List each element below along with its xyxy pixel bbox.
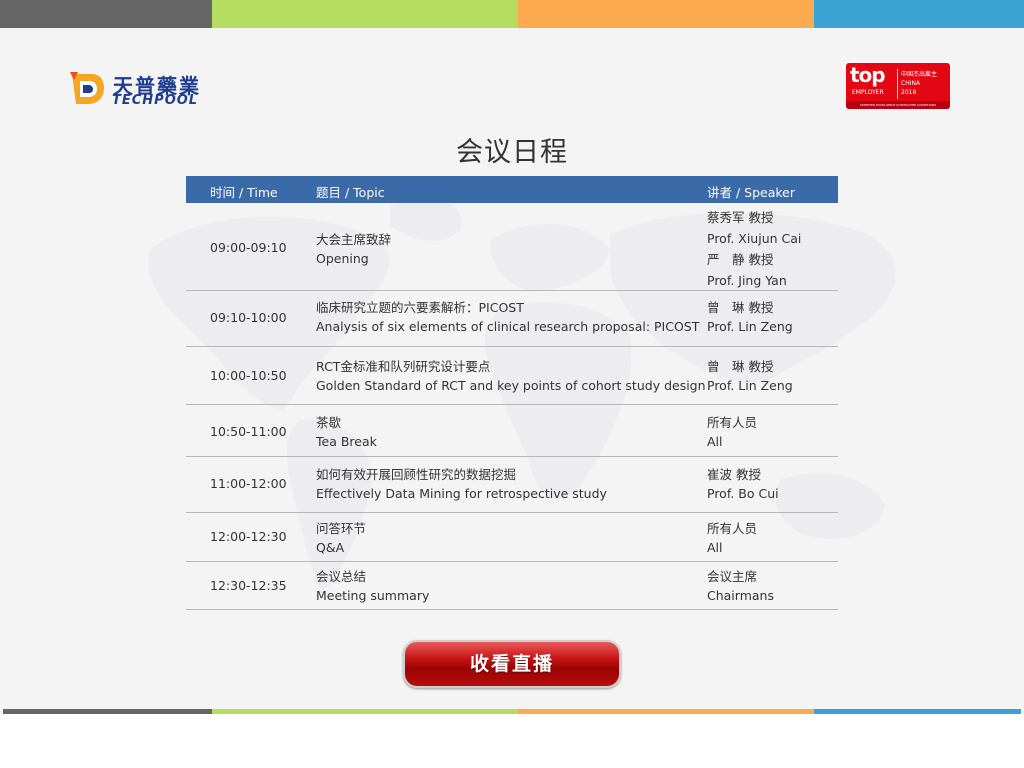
- topic-english: Q&A: [316, 540, 345, 555]
- speaker-line: 严 静 教授: [707, 252, 774, 267]
- speaker-line: 蔡秀军 教授: [707, 210, 774, 225]
- table-row: 11:00-12:00 如何有效开展回顾性研究的数据挖掘 Effectively…: [186, 457, 838, 513]
- table-row: 10:50-11:00 茶歇 Tea Break 所有人员 All: [186, 405, 838, 457]
- topic-english: Analysis of six elements of clinical res…: [316, 319, 700, 334]
- table-row: 12:00-12:30 问答环节 Q&A 所有人员 All: [186, 513, 838, 562]
- header-topic: 题目 / Topic: [316, 185, 385, 200]
- topic-chinese: 如何有效开展回顾性研究的数据挖掘: [316, 467, 517, 482]
- badge-year: 2018: [901, 89, 917, 96]
- row-time: 10:00-10:50: [210, 368, 287, 383]
- badge-side-text: 中国杰出雇主 CHINA 2018: [901, 70, 937, 97]
- topic-english: Tea Break: [316, 434, 377, 449]
- speaker-line: All: [707, 434, 723, 449]
- topic-chinese: 临床研究立题的六要素解析：PICOST: [316, 300, 524, 315]
- row-speaker: 蔡秀军 教授 Prof. Xiujun Cai 严 静 教授 Prof. Jin…: [707, 207, 801, 291]
- top-color-stripe: [0, 0, 1024, 28]
- row-topic: 会议总结 Meeting summary: [316, 567, 429, 605]
- topic-english: Opening: [316, 251, 369, 266]
- row-topic: 大会主席致辞 Opening: [316, 230, 391, 268]
- row-time: 09:10-10:00: [210, 310, 287, 325]
- speaker-line: 所有人员: [707, 521, 758, 536]
- badge-footer: CERTIFIED EXCELLENCE IN EMPLOYEE CONDITI…: [846, 101, 950, 109]
- header-time: 时间 / Time: [210, 185, 278, 200]
- topic-chinese: RCT金标准和队列研究设计要点: [316, 359, 491, 374]
- page-title: 会议日程: [456, 137, 568, 168]
- topic-english: Golden Standard of RCT and key points of…: [316, 378, 706, 393]
- topic-english: Effectively Data Mining for retrospectiv…: [316, 486, 607, 501]
- badge-country: CHINA: [901, 80, 921, 87]
- speaker-line: 曾 琳 教授: [707, 359, 774, 374]
- speaker-line: 会议主席: [707, 569, 758, 584]
- speaker-line: 曾 琳 教授: [707, 300, 774, 315]
- row-time: 12:00-12:30: [210, 529, 287, 544]
- badge-employer-text: EMPLOYER: [852, 89, 884, 96]
- speaker-line: Chairmans: [707, 588, 774, 603]
- table-header: 时间 / Time 题目 / Topic 讲者 / Speaker: [186, 176, 838, 203]
- badge-divider: [897, 69, 898, 99]
- badge-cn-label: 中国杰出雇主: [901, 71, 938, 78]
- slide: 天普藥業 TECHPOOL top EMPLOYER 中国杰出雇主 CHINA …: [0, 0, 1024, 768]
- logo-english-name: TECHPOOL: [112, 93, 199, 108]
- row-topic: 临床研究立题的六要素解析：PICOST Analysis of six elem…: [316, 298, 699, 336]
- techpool-logo-icon: [70, 72, 104, 104]
- row-time: 09:00-09:10: [210, 240, 287, 255]
- topic-chinese: 会议总结: [316, 569, 367, 584]
- topic-chinese: 茶歇: [316, 415, 342, 430]
- top-employer-badge: top EMPLOYER 中国杰出雇主 CHINA 2018 CERTIFIED…: [846, 63, 950, 109]
- speaker-line: All: [707, 540, 723, 555]
- row-speaker: 所有人员 All: [707, 413, 757, 451]
- row-time: 11:00-12:00: [210, 476, 287, 491]
- agenda-table: 时间 / Time 题目 / Topic 讲者 / Speaker 09:00-…: [186, 176, 838, 610]
- header-speaker: 讲者 / Speaker: [707, 185, 796, 200]
- row-topic: RCT金标准和队列研究设计要点 Golden Standard of RCT a…: [316, 357, 706, 395]
- topic-chinese: 大会主席致辞: [316, 232, 392, 247]
- techpool-logo: 天普藥業 TECHPOOL: [66, 68, 236, 112]
- row-speaker: 所有人员 All: [707, 519, 757, 557]
- topic-english: Meeting summary: [316, 588, 430, 603]
- table-row: 12:30-12:35 会议总结 Meeting summary 会议主席 Ch…: [186, 562, 838, 610]
- speaker-line: Prof. Lin Zeng: [707, 378, 793, 393]
- lower-blank-area: [0, 714, 1024, 768]
- table-row: 09:10-10:00 临床研究立题的六要素解析：PICOST Analysis…: [186, 291, 838, 347]
- row-topic: 如何有效开展回顾性研究的数据挖掘 Effectively Data Mining…: [316, 465, 607, 503]
- speaker-line: Prof. Lin Zeng: [707, 319, 793, 334]
- row-speaker: 曾 琳 教授 Prof. Lin Zeng: [707, 357, 793, 395]
- topic-chinese: 问答环节: [316, 521, 367, 536]
- row-speaker: 会议主席 Chairmans: [707, 567, 774, 605]
- row-topic: 问答环节 Q&A: [316, 519, 366, 557]
- speaker-line: Prof. Jing Yan: [707, 273, 787, 288]
- table-row: 10:00-10:50 RCT金标准和队列研究设计要点 Golden Stand…: [186, 347, 838, 405]
- speaker-line: 所有人员: [707, 415, 758, 430]
- row-speaker: 曾 琳 教授 Prof. Lin Zeng: [707, 298, 793, 336]
- speaker-line: Prof. Xiujun Cai: [707, 231, 802, 246]
- table-row: 09:00-09:10 大会主席致辞 Opening 蔡秀军 教授 Prof. …: [186, 203, 838, 291]
- badge-top-text: top: [850, 63, 886, 87]
- watch-live-button[interactable]: 收看直播: [403, 640, 621, 688]
- row-speaker: 崔波 教授 Prof. Bo Cui: [707, 465, 779, 503]
- speaker-line: Prof. Bo Cui: [707, 486, 779, 501]
- row-time: 10:50-11:00: [210, 424, 287, 439]
- row-topic: 茶歇 Tea Break: [316, 413, 377, 451]
- watch-live-label: 收看直播: [469, 653, 554, 675]
- row-time: 12:30-12:35: [210, 578, 287, 593]
- speaker-line: 崔波 教授: [707, 467, 761, 482]
